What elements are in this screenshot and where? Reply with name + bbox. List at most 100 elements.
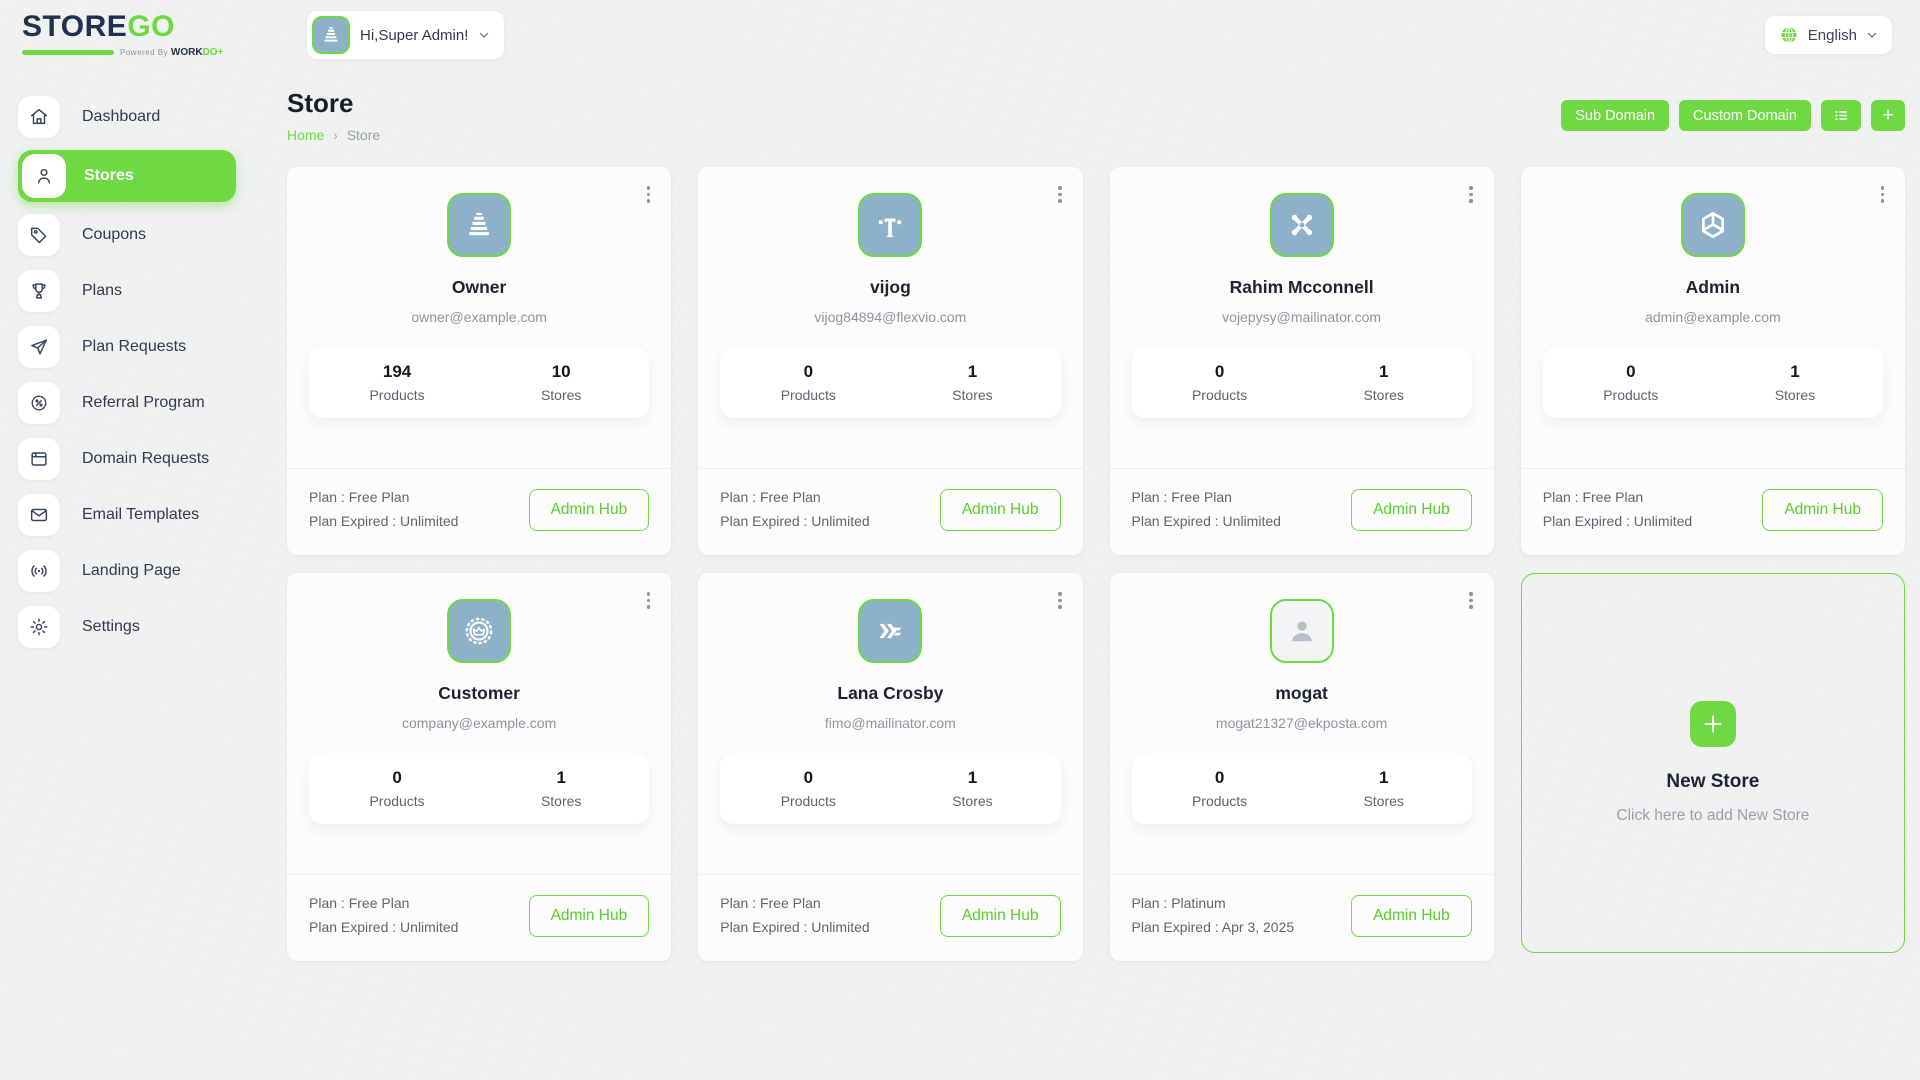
admin-hub-button[interactable]: Admin Hub	[1351, 489, 1472, 531]
store-name: Admin	[1521, 277, 1905, 298]
stores-label: Stores	[479, 387, 643, 403]
list-view-button[interactable]	[1821, 100, 1861, 131]
admin-hub-button[interactable]: Admin Hub	[529, 895, 650, 937]
store-stats: 0Products 1Stores	[309, 753, 649, 824]
sidebar-item-coupons[interactable]: Coupons	[18, 212, 236, 258]
top-header: STOREGO Powered By WORKDO+ Hi,Super Admi…	[0, 0, 1920, 70]
admin-hub-button[interactable]: Admin Hub	[1351, 895, 1472, 937]
store-email: vijog84894@flexvio.com	[698, 309, 1082, 325]
sidebar-item-stores[interactable]: Stores	[18, 150, 236, 202]
sidebar-item-referral-program[interactable]: Referral Program	[18, 380, 236, 426]
sidebar-item-label: Referral Program	[82, 394, 205, 412]
store-name: Rahim Mcconnell	[1110, 277, 1494, 298]
plan-expired: Plan Expired : Unlimited	[309, 916, 458, 940]
products-label: Products	[1138, 793, 1302, 809]
plan-expired: Plan Expired : Unlimited	[720, 916, 869, 940]
plan-info: Plan : Platinum Plan Expired : Apr 3, 20…	[1132, 892, 1295, 940]
breadcrumb-separator-icon: ›	[333, 128, 337, 143]
store-avatar	[858, 599, 922, 663]
new-store-card[interactable]: New Store Click here to add New Store	[1521, 573, 1905, 953]
sidebar-item-plans[interactable]: Plans	[18, 268, 236, 314]
plan-expired: Plan Expired : Unlimited	[309, 510, 458, 534]
paper-plane-icon	[18, 326, 60, 368]
new-store-plus-button[interactable]	[1690, 701, 1736, 747]
sidebar-item-plan-requests[interactable]: Plan Requests	[18, 324, 236, 370]
store-email: admin@example.com	[1521, 309, 1905, 325]
sidebar-item-dashboard[interactable]: Dashboard	[18, 94, 236, 140]
sidebar-item-label: Plan Requests	[82, 338, 186, 356]
products-label: Products	[726, 793, 890, 809]
sidebar-item-label: Domain Requests	[82, 450, 209, 468]
sub-domain-button[interactable]: Sub Domain	[1561, 100, 1669, 131]
products-label: Products	[726, 387, 890, 403]
stores-label: Stores	[1713, 387, 1877, 403]
card-menu-button[interactable]	[643, 182, 655, 207]
admin-hub-button[interactable]: Admin Hub	[940, 895, 1061, 937]
toolbar: Sub Domain Custom Domain +	[1561, 100, 1905, 131]
stores-label: Stores	[890, 387, 1054, 403]
custom-domain-button[interactable]: Custom Domain	[1679, 100, 1811, 131]
double-chevron-equals-icon	[873, 614, 907, 648]
card-menu-button[interactable]	[643, 588, 655, 613]
page-title: Store	[287, 88, 380, 119]
envelope-icon	[18, 494, 60, 536]
tag-icon	[18, 214, 60, 256]
card-menu-button[interactable]	[1465, 588, 1477, 613]
user-menu[interactable]: Hi,Super Admin!	[307, 11, 504, 59]
user-avatar	[312, 16, 350, 54]
browser-window-icon	[18, 438, 60, 480]
store-stats: 0Products 1Stores	[720, 347, 1060, 418]
store-email: vojepysy@mailinator.com	[1110, 309, 1494, 325]
plan-name: Plan : Free Plan	[720, 892, 869, 916]
stores-count: 1	[890, 362, 1054, 382]
logo-subline: Powered By WORKDO+	[22, 47, 267, 58]
products-count: 0	[1138, 362, 1302, 382]
plan-name: Plan : Platinum	[1132, 892, 1295, 916]
card-menu-button[interactable]	[1054, 588, 1066, 613]
language-selector[interactable]: English	[1765, 16, 1892, 54]
list-icon	[1835, 108, 1847, 123]
store-email: mogat21327@ekposta.com	[1110, 715, 1494, 731]
sidebar-item-label: Landing Page	[82, 562, 181, 580]
plan-expired: Plan Expired : Apr 3, 2025	[1132, 916, 1295, 940]
admin-hub-button[interactable]: Admin Hub	[1762, 489, 1883, 531]
sidebar-item-settings[interactable]: Settings	[18, 604, 236, 650]
sidebar-item-domain-requests[interactable]: Domain Requests	[18, 436, 236, 482]
plan-info: Plan : Free Plan Plan Expired : Unlimite…	[1543, 486, 1692, 534]
stores-label: Stores	[890, 793, 1054, 809]
add-store-button[interactable]: +	[1871, 100, 1905, 131]
user-icon	[22, 154, 66, 198]
breadcrumb-home-link[interactable]: Home	[287, 127, 324, 143]
discount-badge-icon	[18, 382, 60, 424]
knot-x-icon	[1285, 208, 1319, 242]
store-stats: 0Products 1Stores	[1132, 753, 1472, 824]
card-menu-button[interactable]	[1054, 182, 1066, 207]
store-card: vijog vijog84894@flexvio.com 0Products 1…	[698, 167, 1082, 555]
trophy-icon	[18, 270, 60, 312]
sidebar-item-landing-page[interactable]: Landing Page	[18, 548, 236, 594]
store-avatar	[447, 193, 511, 257]
plan-expired: Plan Expired : Unlimited	[1132, 510, 1281, 534]
card-menu-button[interactable]	[1465, 182, 1477, 207]
person-icon	[1285, 614, 1319, 648]
products-label: Products	[1138, 387, 1302, 403]
products-count: 194	[315, 362, 479, 382]
logo-wordmark: STOREGO	[22, 12, 267, 42]
plan-name: Plan : Free Plan	[1132, 486, 1281, 510]
crown-badge-icon	[462, 614, 496, 648]
plan-info: Plan : Free Plan Plan Expired : Unlimite…	[309, 486, 458, 534]
building-icon	[462, 208, 496, 242]
card-menu-button[interactable]	[1877, 182, 1889, 207]
plan-name: Plan : Free Plan	[309, 892, 458, 916]
products-count: 0	[726, 768, 890, 788]
sidebar-item-label: Stores	[84, 167, 134, 185]
storego-logo[interactable]: STOREGO Powered By WORKDO+	[22, 12, 267, 58]
admin-hub-button[interactable]: Admin Hub	[529, 489, 650, 531]
letter-t-icon	[873, 208, 907, 242]
sidebar-item-email-templates[interactable]: Email Templates	[18, 492, 236, 538]
admin-hub-button[interactable]: Admin Hub	[940, 489, 1061, 531]
store-name: Lana Crosby	[698, 683, 1082, 704]
sidebar-item-label: Dashboard	[82, 108, 160, 126]
language-label: English	[1808, 27, 1857, 44]
store-stats: 0Products 1Stores	[720, 753, 1060, 824]
